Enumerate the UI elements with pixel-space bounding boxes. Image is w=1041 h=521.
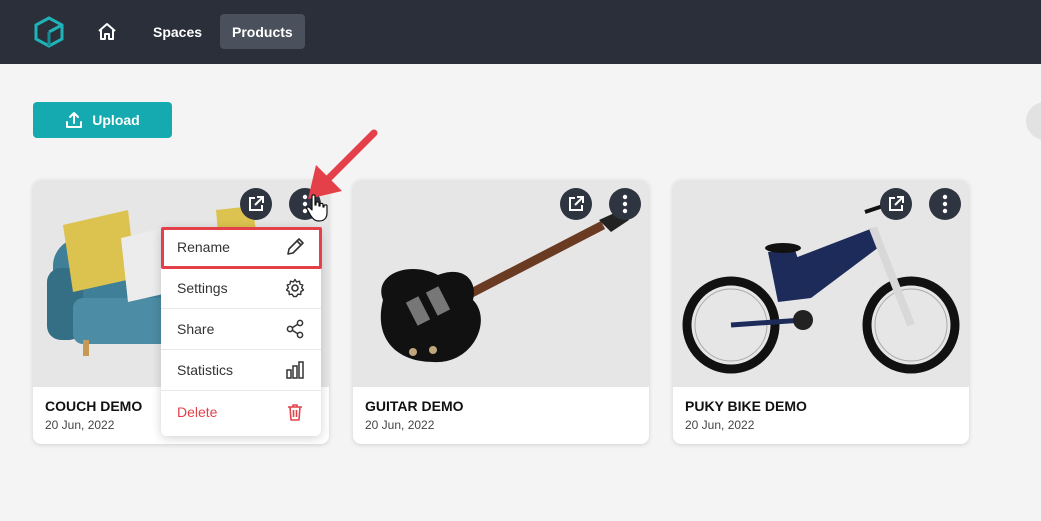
top-navbar: Spaces Products (0, 0, 1041, 64)
trash-icon (288, 403, 302, 421)
tab-products[interactable]: Products (220, 14, 305, 49)
external-link-icon (249, 196, 264, 211)
menu-item-label: Settings (177, 280, 228, 296)
menu-item-settings[interactable]: Settings (161, 268, 321, 309)
menu-item-label: Delete (177, 403, 218, 420)
home-icon (98, 23, 116, 40)
external-link-icon (569, 196, 584, 211)
menu-item-statistics[interactable]: Statistics (161, 350, 321, 391)
product-date: 20 Jun, 2022 (45, 418, 115, 432)
guitar-image (380, 210, 629, 363)
external-link-icon (889, 196, 904, 211)
kebab-menu-icon (622, 194, 628, 214)
more-options-button[interactable] (609, 188, 641, 220)
menu-item-label: Statistics (177, 362, 234, 378)
product-title: GUITAR DEMO (365, 398, 464, 414)
logo-icon[interactable] (34, 16, 64, 48)
product-card-guitar[interactable]: GUITAR DEMO 20 Jun, 2022 (353, 180, 649, 444)
menu-item-share[interactable]: Share (161, 309, 321, 350)
annotation-arrow-icon (308, 129, 378, 199)
more-options-button[interactable] (929, 188, 961, 220)
product-date: 20 Jun, 2022 (365, 418, 435, 432)
side-panel-handle[interactable] (1026, 102, 1041, 140)
bar-chart-icon (286, 361, 304, 379)
upload-label: Upload (92, 112, 140, 128)
hand-cursor-icon (306, 194, 328, 222)
product-date: 20 Jun, 2022 (685, 418, 755, 432)
rename-highlight-box (161, 227, 322, 269)
product-thumbnail-bike[interactable] (673, 180, 969, 387)
home-button[interactable] (94, 19, 120, 45)
menu-item-delete[interactable]: Delete (161, 391, 321, 432)
menu-item-label: Share (177, 321, 215, 337)
product-title: PUKY BIKE DEMO (685, 398, 807, 414)
open-external-button[interactable] (560, 188, 592, 220)
product-thumbnail-guitar[interactable] (353, 180, 649, 387)
open-external-button[interactable] (880, 188, 912, 220)
kebab-menu-icon (942, 194, 948, 214)
upload-icon (66, 112, 83, 128)
open-external-button[interactable] (240, 188, 272, 220)
product-card-bike[interactable]: PUKY BIKE DEMO 20 Jun, 2022 (673, 180, 969, 444)
share-icon (286, 319, 304, 339)
tab-spaces[interactable]: Spaces (141, 14, 214, 49)
bike-image (682, 204, 960, 374)
product-title: COUCH DEMO (45, 398, 143, 414)
gear-icon (285, 278, 305, 298)
upload-button[interactable]: Upload (33, 102, 172, 138)
